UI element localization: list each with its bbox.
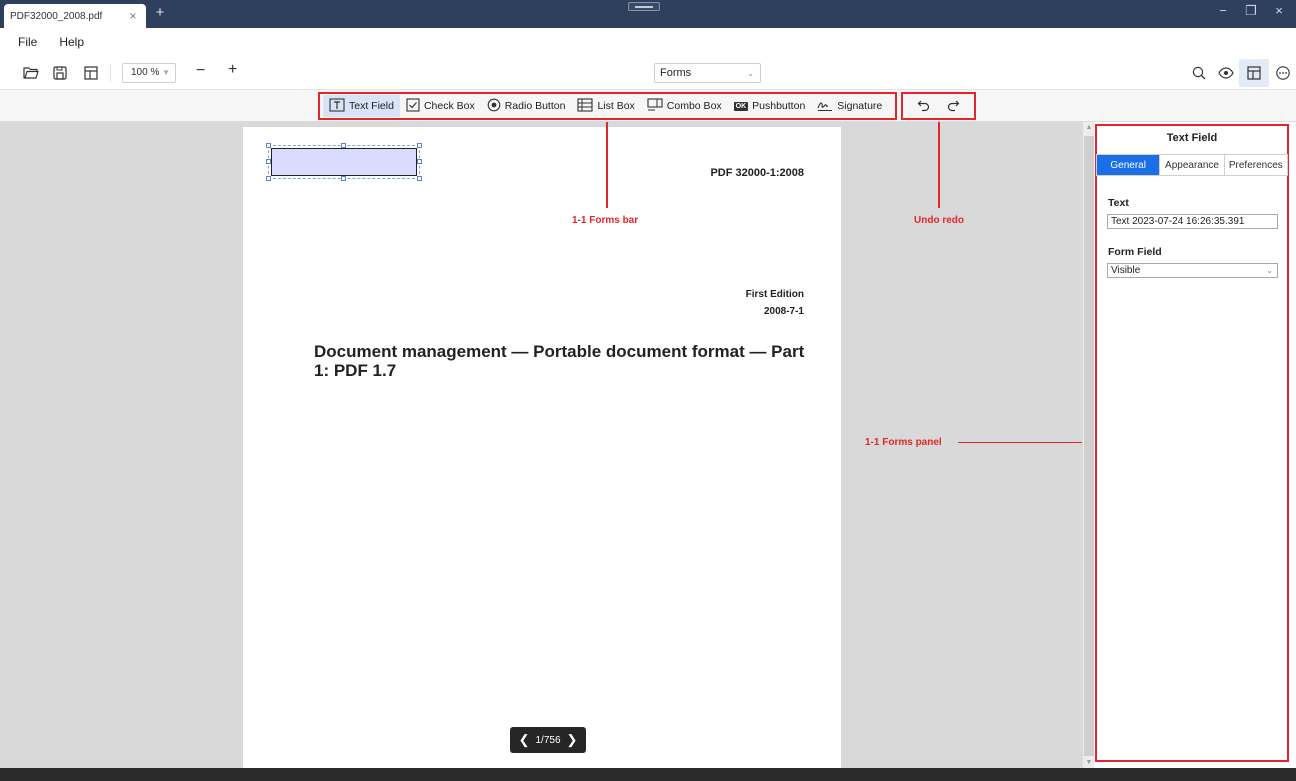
text-label: Text	[1108, 197, 1129, 209]
mode-value: Forms	[660, 67, 692, 79]
forms-tool-signature[interactable]: Signature	[811, 95, 888, 117]
save-icon[interactable]	[51, 64, 69, 82]
resize-handle[interactable]	[341, 176, 346, 181]
forms-row: Text Field Check Box Radio Button List B…	[0, 90, 1296, 122]
text-field-widget[interactable]	[271, 148, 417, 176]
tab-title: PDF32000_2008.pdf	[10, 10, 103, 22]
forms-tool-combo-box[interactable]: Combo Box	[641, 95, 728, 117]
resize-handle[interactable]	[266, 159, 271, 164]
chevron-down-icon: ⌄	[747, 69, 754, 78]
tab-close-icon[interactable]: ×	[126, 9, 140, 23]
pushbutton-icon: OK	[733, 101, 749, 111]
bottom-strip	[0, 768, 1296, 781]
document-area[interactable]: PDF 32000-1:2008 First Edition 2008-7-1 …	[0, 122, 1082, 771]
pdf-page[interactable]: PDF 32000-1:2008 First Edition 2008-7-1 …	[243, 127, 841, 771]
combo-box-icon	[647, 97, 663, 115]
chevron-down-icon: ⌄	[1266, 266, 1273, 275]
document-tab[interactable]: PDF32000_2008.pdf ×	[4, 4, 146, 28]
title-bar: PDF32000_2008.pdf × + − ❐ ×	[0, 0, 1296, 28]
forms-tool-radio-button[interactable]: Radio Button	[481, 95, 572, 117]
resize-handle[interactable]	[341, 143, 346, 148]
annotation-line-forms-panel	[958, 442, 1082, 443]
forms-tool-label: Pushbutton	[752, 100, 806, 112]
menu-help[interactable]: Help	[59, 35, 84, 49]
forms-tool-text-field[interactable]: Text Field	[323, 95, 400, 117]
edition-text: First Edition	[745, 289, 804, 300]
eye-icon[interactable]	[1212, 62, 1239, 84]
mode-select[interactable]: Forms ⌄	[654, 63, 761, 83]
search-icon[interactable]	[1185, 62, 1212, 84]
chevron-down-icon: ▼	[162, 68, 170, 77]
radio-icon	[487, 98, 501, 115]
zoom-out-button[interactable]: −	[196, 62, 205, 80]
text-field-icon	[329, 97, 345, 115]
panel-toggle-icon[interactable]	[1239, 59, 1269, 87]
annotation-line-undo-redo	[938, 122, 940, 208]
menu-bar: File Help	[0, 28, 1296, 56]
document-edition: First Edition 2008-7-1	[746, 286, 804, 320]
zoom-select[interactable]: 100 % ▼	[122, 63, 176, 83]
annotation-line-forms-bar	[606, 122, 608, 208]
forms-tool-check-box[interactable]: Check Box	[400, 95, 481, 117]
forms-bar: Text Field Check Box Radio Button List B…	[318, 92, 897, 120]
open-folder-icon[interactable]	[22, 64, 40, 82]
forms-panel: Text Field General Appearance Preference…	[1094, 122, 1296, 768]
redo-icon[interactable]	[946, 98, 960, 115]
tab-preferences[interactable]: Preferences	[1225, 155, 1287, 175]
forms-tool-label: Combo Box	[666, 100, 722, 112]
forms-tool-pushbutton[interactable]: OK Pushbutton	[728, 95, 812, 117]
panel-title: Text Field	[1166, 132, 1218, 144]
selected-text-field[interactable]	[266, 143, 422, 181]
zoom-value: 100 %	[131, 67, 160, 78]
resize-handle[interactable]	[266, 176, 271, 181]
resize-handle[interactable]	[417, 143, 422, 148]
panel-tabs: General Appearance Preferences	[1096, 154, 1288, 176]
forms-tool-label: Text Field	[349, 100, 394, 112]
next-page-icon[interactable]: ❯	[567, 732, 578, 748]
main-toolbar: 100 % ▼ − + Forms ⌄	[0, 56, 1296, 90]
forms-tool-list-box[interactable]: List Box	[571, 95, 640, 117]
tab-general[interactable]: General	[1097, 155, 1161, 175]
tab-appearance[interactable]: Appearance	[1160, 155, 1225, 175]
form-field-value: Visible	[1111, 265, 1141, 276]
resize-handle[interactable]	[266, 143, 271, 148]
prev-page-icon[interactable]: ❮	[519, 732, 530, 748]
document-code: PDF 32000-1:2008	[710, 167, 804, 179]
document-title: Document management — Portable document …	[314, 342, 805, 380]
new-tab-button[interactable]: +	[152, 4, 168, 22]
scroll-thumb[interactable]	[1084, 136, 1094, 756]
right-tools	[1185, 59, 1296, 87]
more-icon[interactable]	[1269, 62, 1296, 84]
toolbar-separator	[110, 64, 111, 82]
page-indicator: 1/756	[535, 734, 561, 746]
annotation-forms-bar: 1-1 Forms bar	[572, 215, 639, 226]
zoom-in-button[interactable]: +	[228, 61, 237, 79]
drag-handle[interactable]	[628, 2, 660, 11]
forms-tool-label: Radio Button	[504, 100, 566, 112]
forms-tool-label: Check Box	[423, 100, 475, 112]
forms-tool-label: List Box	[597, 100, 635, 112]
form-field-select[interactable]: Visible ⌄	[1107, 263, 1278, 278]
page-navigator: ❮ 1/756 ❯	[510, 727, 586, 753]
resize-handle[interactable]	[417, 159, 422, 164]
restore-button[interactable]: ❐	[1242, 3, 1260, 19]
checkbox-icon	[406, 97, 420, 115]
window-controls: − ❐ ×	[1214, 3, 1288, 19]
resize-handle[interactable]	[417, 176, 422, 181]
undo-icon[interactable]	[917, 98, 931, 115]
annotation-forms-panel: 1-1 Forms panel	[865, 437, 942, 448]
menu-file[interactable]: File	[18, 35, 37, 49]
text-value-field[interactable]: Text 2023-07-24 16:26:35.391	[1107, 214, 1278, 229]
signature-icon	[817, 98, 833, 115]
annotation-undo-redo: Undo redo	[914, 215, 964, 226]
form-field-label: Form Field	[1108, 246, 1162, 258]
close-button[interactable]: ×	[1270, 3, 1288, 19]
layout-icon[interactable]	[82, 64, 100, 82]
minimize-button[interactable]: −	[1214, 3, 1232, 19]
vertical-scrollbar[interactable]: ▲ ▼	[1082, 122, 1094, 768]
edition-date: 2008-7-1	[763, 306, 804, 317]
undo-redo-group	[901, 92, 976, 120]
list-box-icon	[577, 97, 593, 115]
forms-tool-label: Signature	[837, 100, 883, 112]
